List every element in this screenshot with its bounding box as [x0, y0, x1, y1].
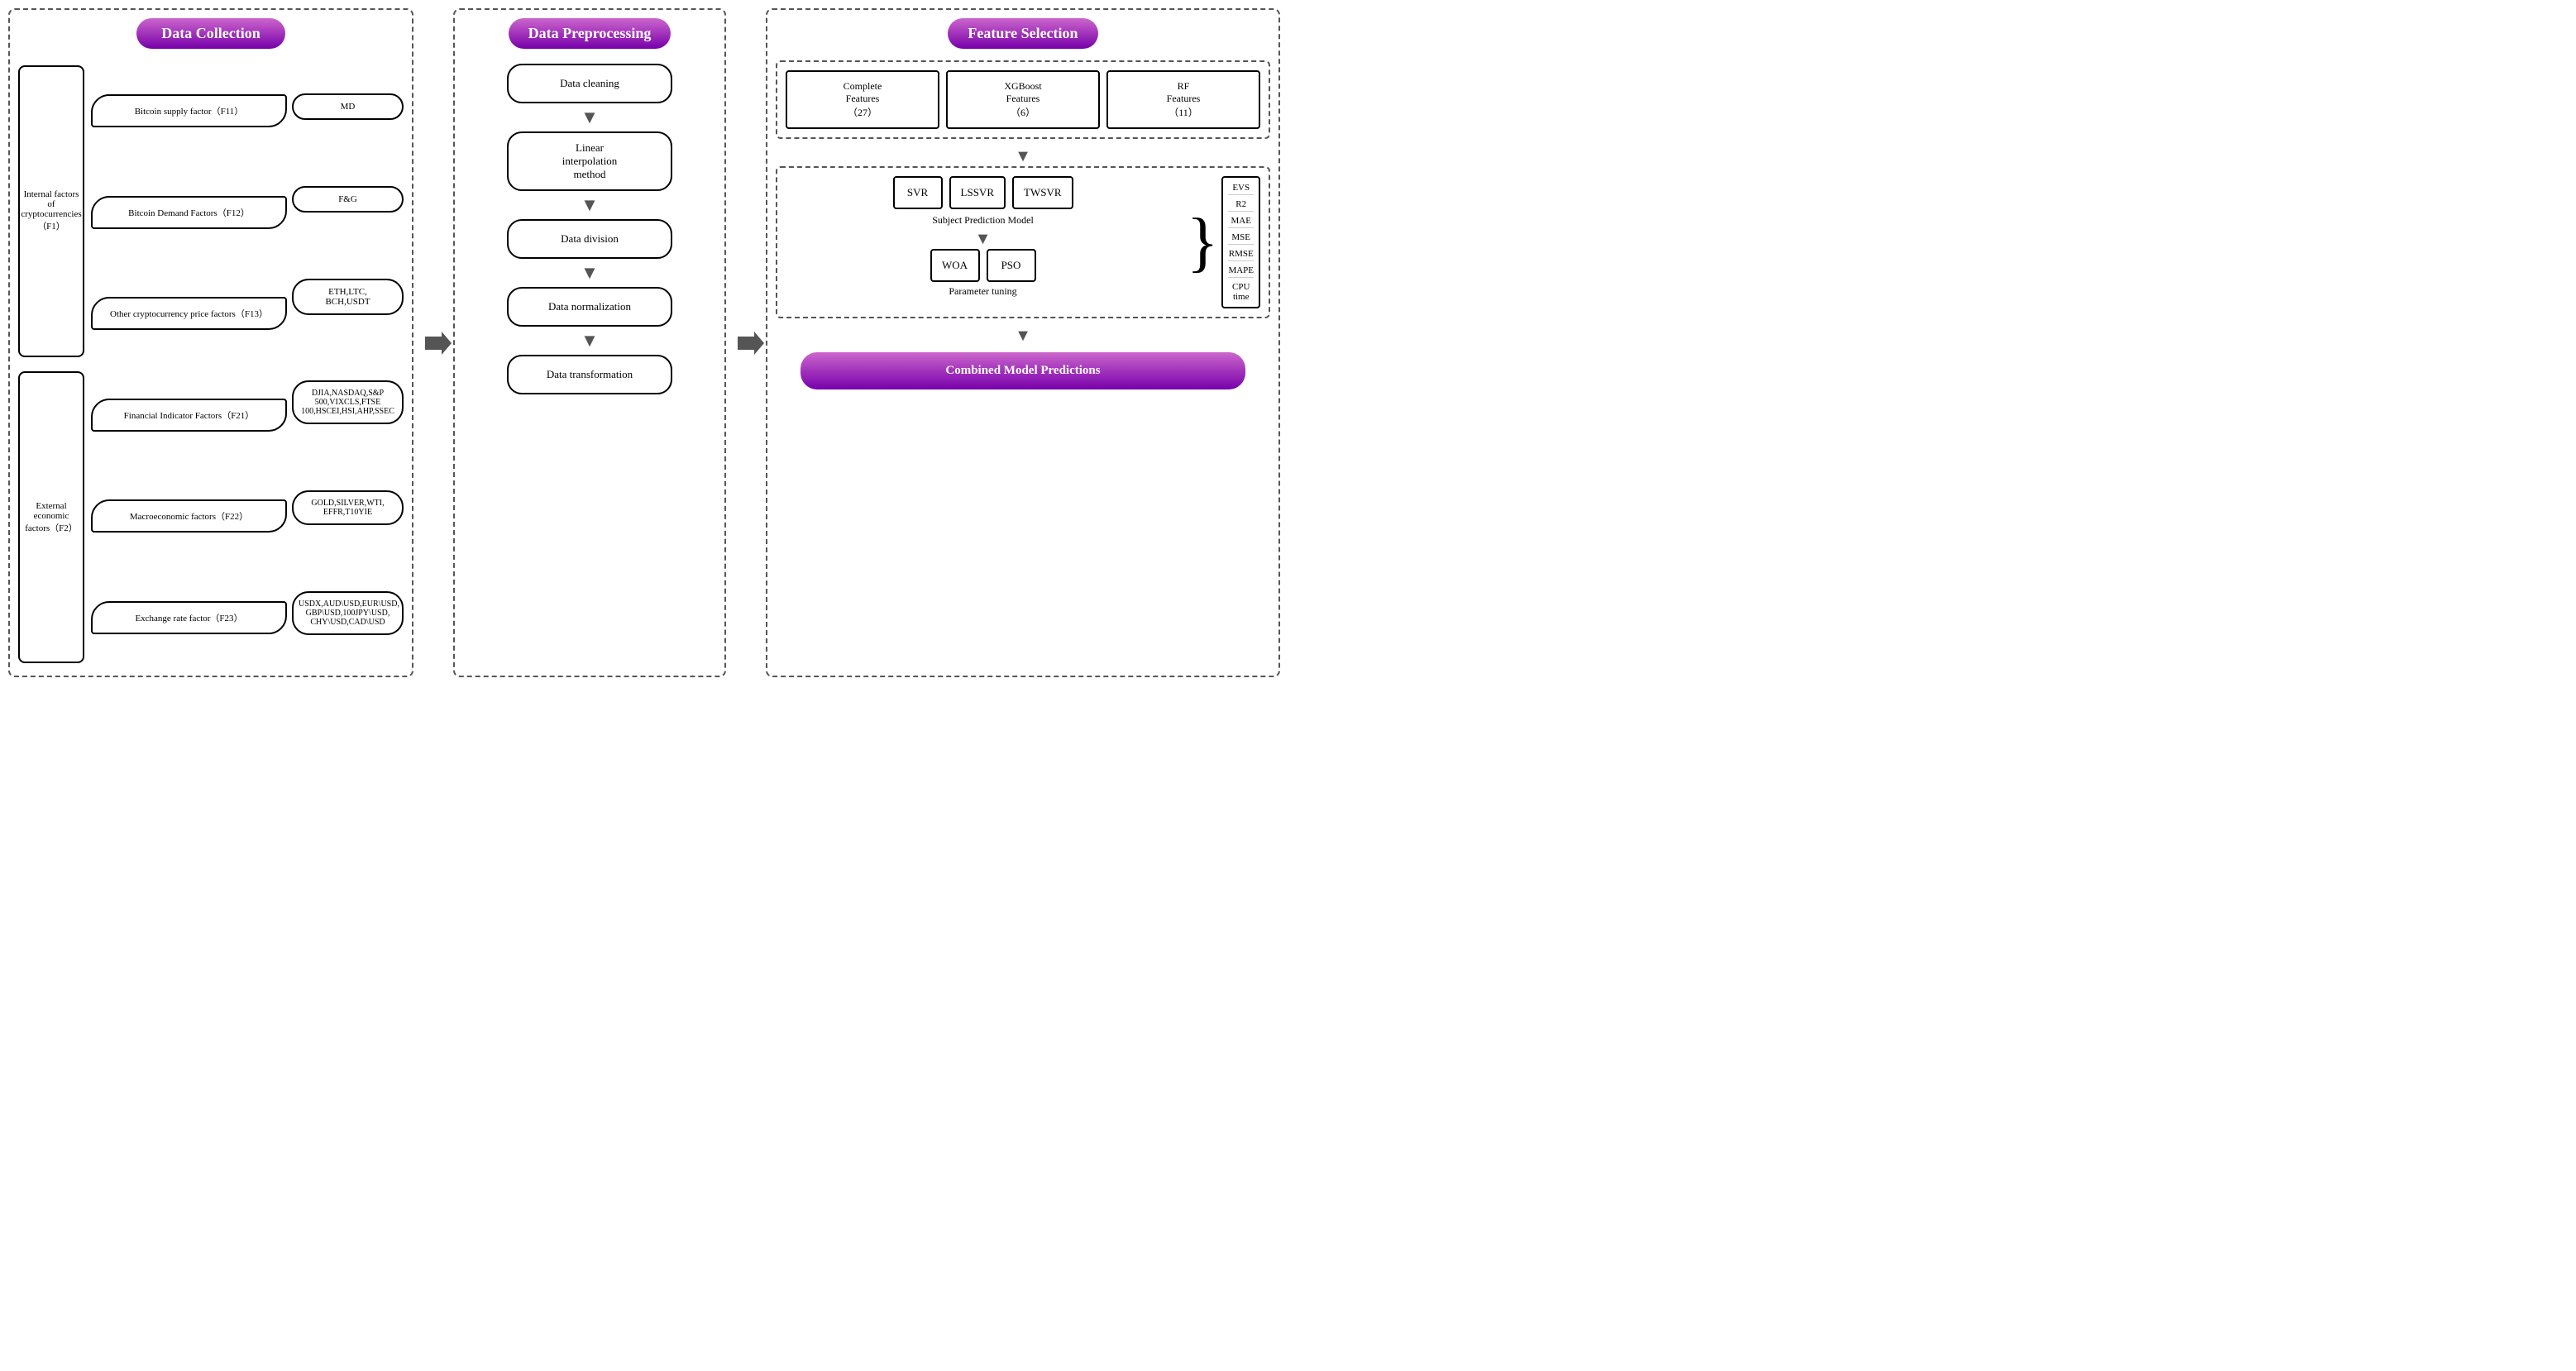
complete-features-box: CompleteFeatures（27） — [786, 70, 939, 129]
feature-selection-panel: Feature Selection CompleteFeatures（27） X… — [766, 8, 1280, 677]
arrow-left-to-middle — [423, 8, 453, 677]
flow-arrow-4: ▼ — [581, 332, 599, 350]
data-crypto: ETH,LTC,BCH,USDT — [292, 279, 404, 315]
main-diagram: Data Collection Internal factors of cryp… — [0, 0, 1288, 686]
models-and-tuning: SVR LSSVR TWSVR Subject Prediction Model… — [786, 176, 1180, 308]
models-inner: SVR LSSVR TWSVR Subject Prediction Model… — [786, 176, 1260, 308]
step-data-division: Data division — [507, 219, 672, 259]
preprocessing-flow: Data cleaning ▼ Linearinterpolationmetho… — [463, 60, 716, 394]
internal-factor-box: Internal factors of cryptocurrencies（F1） — [18, 65, 84, 357]
step-data-transformation: Data transformation — [507, 355, 672, 394]
left-content: Internal factors of cryptocurrencies（F1）… — [18, 60, 404, 668]
data-values-column: MD F&G ETH,LTC,BCH,USDT DJIA,NASDAQ,S&P5… — [292, 60, 404, 668]
twsvr-box: TWSVR — [1012, 176, 1073, 209]
factor-groups: Internal factors of cryptocurrencies（F1）… — [18, 60, 84, 668]
factor-f23: Exchange rate factor（F23） — [91, 601, 287, 634]
arrow-features-to-models: ▼ — [776, 147, 1270, 166]
data-collection-panel: Data Collection Internal factors of cryp… — [8, 8, 413, 677]
data-preprocessing-title: Data Preprocessing — [509, 18, 671, 49]
factor-f13: Other cryptocurrency price factors（F13） — [91, 297, 287, 330]
metric-r2: R2 — [1228, 198, 1254, 212]
metric-mae: MAE — [1228, 214, 1254, 228]
flow-arrow-3: ▼ — [581, 264, 599, 282]
data-financial: DJIA,NASDAQ,S&P500,VIXCLS,FTSE100,HSCEI,… — [292, 380, 404, 424]
xgboost-features-box: XGBoostFeatures（6） — [946, 70, 1100, 129]
features-sub-panel: CompleteFeatures（27） XGBoostFeatures（6） … — [776, 60, 1270, 139]
factor-f21: Financial Indicator Factors（F21） — [91, 399, 287, 432]
data-md: MD — [292, 93, 404, 120]
bracket: } — [1187, 209, 1218, 275]
parameter-tuning-label: Parameter tuning — [786, 285, 1180, 298]
step-data-cleaning: Data cleaning — [507, 64, 672, 103]
metric-evs: EVS — [1228, 181, 1254, 195]
data-exchange: USDX,AUD\USD,EUR\USD,GBP\USD,100JPY\USD,… — [292, 591, 404, 635]
arrow-middle-to-right — [736, 8, 766, 677]
combined-model-pill: Combined Model Predictions — [801, 352, 1245, 389]
data-fg: F&G — [292, 186, 404, 213]
factor-names-column: Bitcoin supply factor（F11） Bitcoin Deman… — [91, 60, 287, 668]
factor-f12: Bitcoin Demand Factors（F12） — [91, 196, 287, 229]
data-preprocessing-panel: Data Preprocessing Data cleaning ▼ Linea… — [453, 8, 726, 677]
factor-f11: Bitcoin supply factor（F11） — [91, 94, 287, 127]
metric-mape: MAPE — [1228, 264, 1254, 278]
metric-cpu: CPUtime — [1228, 280, 1254, 303]
subject-prediction-label: Subject Prediction Model — [786, 214, 1180, 227]
arrow-to-combined: ▼ — [776, 327, 1270, 346]
arrow-models-to-tuning: ▼ — [786, 230, 1180, 249]
flow-arrow-2: ▼ — [581, 196, 599, 214]
data-macro: GOLD,SILVER,WTI,EFFR,T10YIE — [292, 490, 404, 525]
external-factor-box: External economic factors（F2） — [18, 371, 84, 663]
models-sub-panel: SVR LSSVR TWSVR Subject Prediction Model… — [776, 166, 1270, 318]
prediction-models-row: SVR LSSVR TWSVR — [786, 176, 1180, 209]
woa-box: WOA — [930, 249, 980, 282]
data-collection-title: Data Collection — [136, 18, 285, 49]
metrics-section: } EVS R2 MAE MSE RMSE MAPE CPUtime — [1187, 176, 1260, 308]
step-linear-interpolation: Linearinterpolationmethod — [507, 131, 672, 191]
lssvr-box: LSSVR — [949, 176, 1006, 209]
rf-features-box: RFFeatures（11） — [1106, 70, 1260, 129]
factor-f22: Macroeconomic factors（F22） — [91, 499, 287, 533]
pso-box: PSO — [987, 249, 1036, 282]
metric-mse: MSE — [1228, 231, 1254, 245]
tuning-row: WOA PSO — [786, 249, 1180, 282]
feature-selection-title: Feature Selection — [948, 18, 1097, 49]
flow-arrow-1: ▼ — [581, 108, 599, 127]
step-data-normalization: Data normalization — [507, 287, 672, 327]
features-row: CompleteFeatures（27） XGBoostFeatures（6） … — [786, 70, 1260, 129]
metric-rmse: RMSE — [1228, 247, 1254, 261]
metrics-list: EVS R2 MAE MSE RMSE MAPE CPUtime — [1221, 176, 1260, 308]
svr-box: SVR — [893, 176, 943, 209]
